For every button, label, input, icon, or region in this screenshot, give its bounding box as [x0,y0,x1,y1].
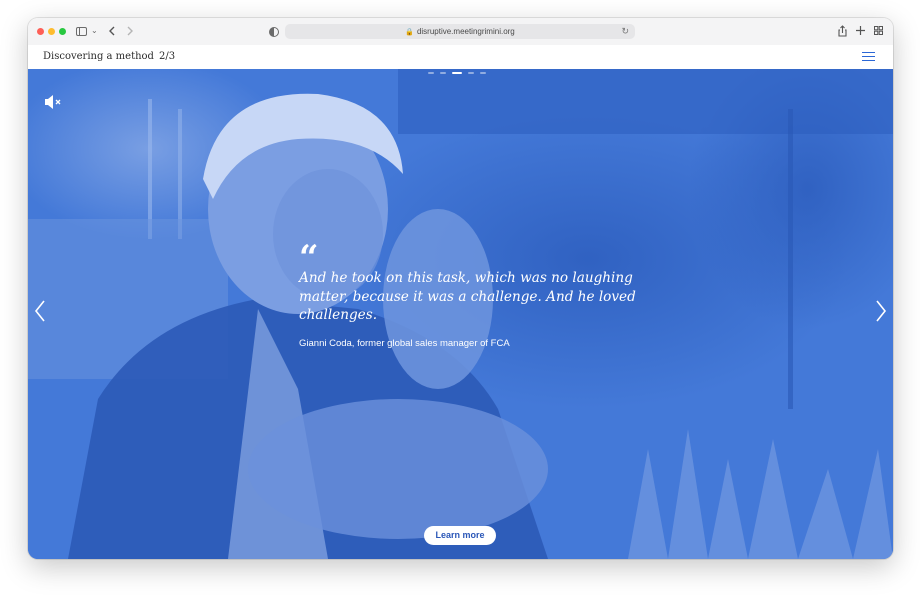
zoom-window-button[interactable] [59,28,66,35]
slide-indicator-active[interactable] [452,72,462,74]
privacy-shield-icon[interactable] [269,27,279,37]
quote-attribution: Gianni Coda, former global sales manager… [299,337,510,349]
slide-indicator[interactable] [428,72,434,74]
section-title: Discovering a method 2/3 [43,45,175,69]
slide-indicator[interactable] [468,72,474,74]
quote-mark-icon: “ [299,238,319,278]
reload-icon[interactable]: ↻ [621,24,629,39]
share-icon[interactable] [838,25,847,37]
slide-indicator[interactable] [480,72,486,74]
section-counter: 2/3 [158,51,176,62]
browser-window: ⌄ 🔒 disruptive.meetingrimini.org ↻ Disco… [28,18,893,559]
hero-video-slide: “ And he took on this task, which was no… [28,69,893,559]
lock-icon: 🔒 [405,29,414,36]
minimize-window-button[interactable] [48,28,55,35]
url-text: disruptive.meetingrimini.org [416,27,515,36]
address-bar[interactable]: 🔒 disruptive.meetingrimini.org ↻ [285,24,635,39]
site-header: Discovering a method 2/3 [28,45,893,70]
close-window-button[interactable] [37,28,44,35]
section-title-text: Discovering a method [43,51,154,62]
forward-icon[interactable] [126,26,134,36]
next-slide-chevron-icon[interactable] [874,299,888,323]
testimonial-quote: “ And he took on this task, which was no… [299,238,659,349]
new-tab-plus-icon[interactable] [856,26,865,35]
previous-slide-chevron-icon[interactable] [33,299,47,323]
quote-text: And he took on this task, which was no l… [299,270,636,323]
sidebar-icon[interactable] [76,27,87,36]
back-icon[interactable] [108,26,116,36]
speaker-muted-icon[interactable] [44,94,64,110]
learn-more-button[interactable]: Learn more [424,526,496,545]
tab-overview-icon[interactable] [874,26,883,35]
hamburger-menu-icon[interactable] [862,52,875,62]
slide-indicator[interactable] [440,72,446,74]
browser-toolbar: ⌄ 🔒 disruptive.meetingrimini.org ↻ [28,18,893,46]
chevron-down-icon[interactable]: ⌄ [91,24,98,38]
